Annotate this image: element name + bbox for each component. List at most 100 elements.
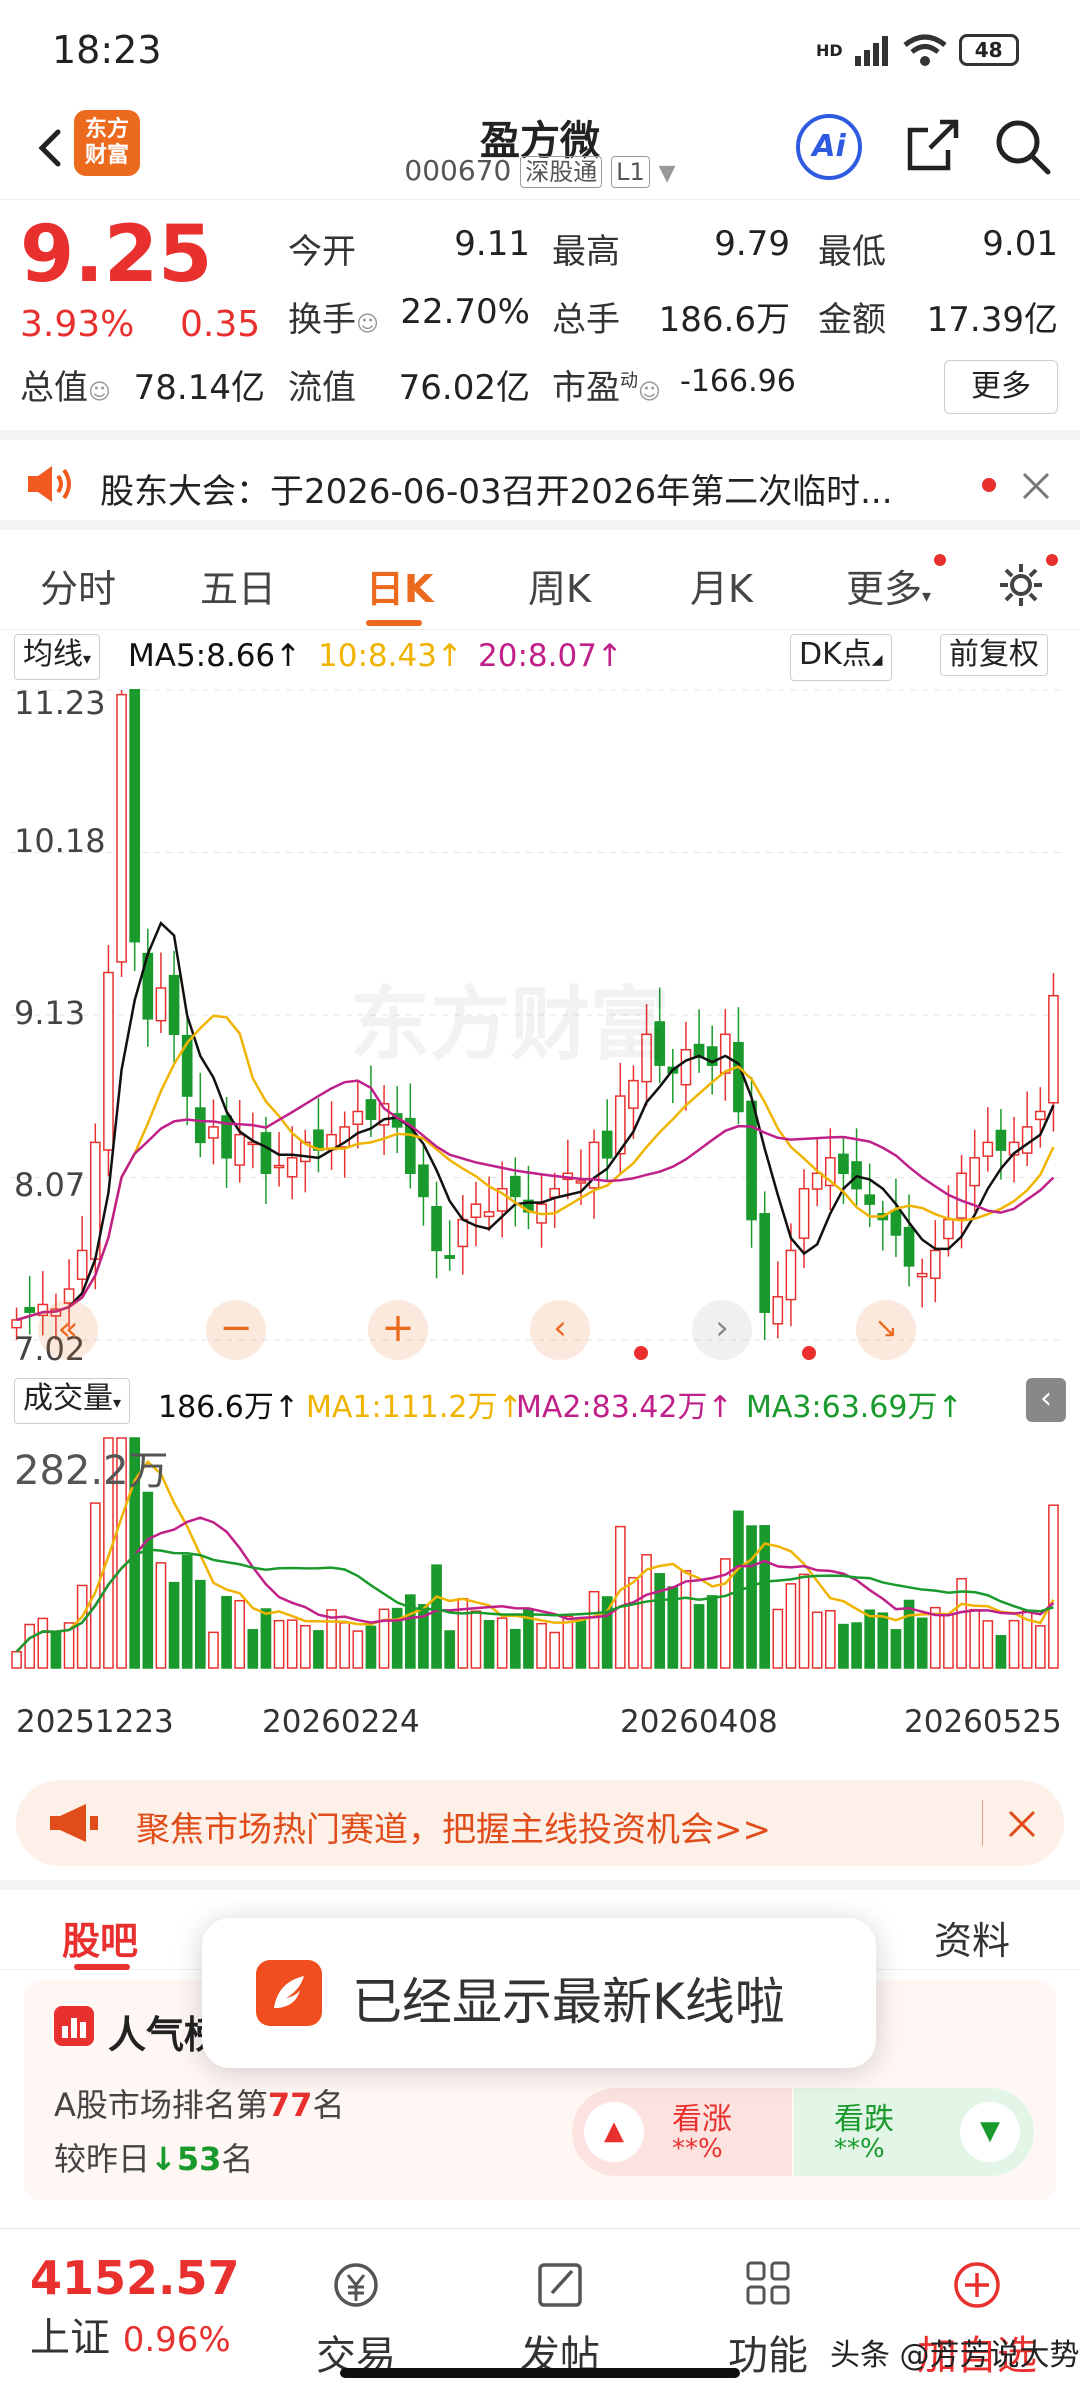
- volume-bar: [969, 1608, 981, 1669]
- candle: [155, 987, 167, 1022]
- collapse-icon[interactable]: ‹: [1026, 1378, 1066, 1422]
- network-type: HD: [816, 40, 843, 60]
- tab-monthly-k[interactable]: 月K: [690, 558, 753, 613]
- volume-bar: [916, 1617, 928, 1669]
- tab-forum[interactable]: 股吧: [62, 1910, 138, 1965]
- volume-bar: [365, 1625, 377, 1669]
- vote-up-button[interactable]: ▲ 看涨 **%: [572, 2088, 792, 2176]
- tab-more[interactable]: 更多▾: [846, 558, 931, 613]
- volume-bar: [155, 1562, 167, 1669]
- more-dot: [934, 554, 946, 566]
- candlestick-chart[interactable]: 东方财富 11.23 10.18 9.13 8.07 7.02 « − + ‹ …: [10, 680, 1060, 1370]
- volume-bar: [1034, 1625, 1046, 1669]
- candle: [483, 1211, 495, 1218]
- active-tab-indicator: [74, 1964, 130, 1970]
- ai-button[interactable]: Ai: [796, 114, 862, 180]
- vol-ma3: MA3:63.69万↑: [746, 1390, 963, 1425]
- megaphone-icon: [50, 1804, 98, 1842]
- volume-chart[interactable]: 282.2万: [10, 1428, 1060, 1678]
- dk-point-button[interactable]: DK点◢: [790, 634, 892, 681]
- scroll-left-icon[interactable]: «: [38, 1300, 98, 1360]
- y-label-3: 9.13: [14, 994, 86, 1032]
- open-label: 今开: [288, 232, 356, 272]
- volume-bar: [877, 1612, 889, 1669]
- change-amount: 0.35: [180, 304, 261, 345]
- nav-functions[interactable]: 功能: [708, 2259, 828, 2381]
- last-price: 9.25: [20, 210, 213, 300]
- mcap-label: 总值☺: [20, 368, 111, 408]
- volume-bar: [838, 1623, 849, 1669]
- nav-trade[interactable]: 交易: [296, 2259, 416, 2381]
- high-label: 最高: [552, 232, 620, 272]
- volume-label: 总手: [552, 300, 620, 340]
- more-button[interactable]: 更多: [944, 360, 1058, 414]
- turnover-label: 换手☺: [288, 300, 379, 340]
- source-watermark: 头条 @芳芳说大势: [830, 2338, 1080, 2373]
- date-axis: 20251223 20260224 20260408 20260525: [0, 1700, 1080, 1750]
- candle: [129, 688, 141, 943]
- promo-banner[interactable]: 聚焦市场热门赛道，把握主线投资机会>>: [16, 1780, 1064, 1866]
- jump-latest-icon[interactable]: ↘: [856, 1300, 916, 1360]
- candle: [1048, 994, 1059, 1104]
- turnover-value: 22.70%: [400, 292, 530, 332]
- volume-bar: [496, 1617, 508, 1669]
- candle: [431, 1206, 442, 1252]
- tab-weekly-k[interactable]: 周K: [528, 558, 591, 613]
- indicator-selector[interactable]: 均线▾: [14, 634, 101, 680]
- volume-bar: [509, 1628, 521, 1669]
- vote-down-button[interactable]: 看跌 **% ▼: [794, 2088, 1034, 2176]
- divider: [982, 1800, 983, 1846]
- event-marker[interactable]: [802, 1346, 816, 1360]
- zoom-out-icon[interactable]: −: [206, 1300, 266, 1360]
- status-bar: 18:23 HD 48: [0, 0, 1080, 100]
- chart-period-tabs: 分时 五日 日K 周K 月K 更多▾: [0, 540, 1080, 630]
- volume-bar: [483, 1619, 495, 1669]
- volume-bar: [549, 1631, 561, 1669]
- candle: [352, 1110, 364, 1126]
- amount-value: 17.39亿: [926, 300, 1058, 340]
- adjust-button[interactable]: 前复权: [940, 634, 1048, 676]
- volume-selector[interactable]: 成交量▾: [14, 1378, 131, 1424]
- level-tag: L1: [611, 156, 650, 188]
- search-icon[interactable]: [990, 114, 1054, 178]
- dropdown-icon[interactable]: ▼: [659, 161, 676, 186]
- nav-post[interactable]: 发帖: [500, 2259, 620, 2381]
- volume-bar: [772, 1608, 784, 1669]
- candle: [365, 1099, 377, 1120]
- tab-profile[interactable]: 资料: [934, 1910, 1010, 1965]
- candle: [956, 1172, 967, 1219]
- next-icon[interactable]: ›: [692, 1300, 752, 1360]
- low-value: 9.01: [982, 224, 1058, 264]
- candle: [746, 1100, 757, 1221]
- volume-bar: [995, 1635, 1007, 1669]
- tab-daily-k[interactable]: 日K: [366, 558, 433, 613]
- share-icon[interactable]: [900, 114, 964, 178]
- close-icon[interactable]: [1020, 470, 1052, 502]
- volume-bar: [824, 1609, 836, 1669]
- zoom-in-icon[interactable]: +: [368, 1300, 428, 1360]
- volume-bar: [680, 1570, 692, 1669]
- signal-icon: HD 48: [816, 30, 1019, 70]
- announcement-bar[interactable]: 股东大会：于2026-06-03召开2026年第二次临时...: [0, 430, 1080, 530]
- y-label-max: 11.23: [14, 684, 106, 722]
- volume-bar: [588, 1590, 600, 1669]
- market-rank: A股市场排名第77名: [54, 2086, 345, 2124]
- volume-bar: [654, 1573, 666, 1669]
- candle: [11, 1319, 22, 1329]
- home-indicator[interactable]: [340, 2368, 740, 2378]
- promo-close-icon[interactable]: [1006, 1808, 1038, 1840]
- event-marker[interactable]: [634, 1346, 648, 1360]
- down-label: 看跌: [834, 2102, 894, 2137]
- tab-intraday[interactable]: 分时: [40, 558, 116, 613]
- settings-gear-icon[interactable]: [996, 560, 1046, 610]
- tab-five-day[interactable]: 五日: [200, 558, 276, 613]
- index-widget[interactable]: 4152.57 上证 0.96%: [30, 2251, 240, 2363]
- volume-bar: [181, 1554, 193, 1669]
- volume-bar: [24, 1623, 36, 1669]
- prev-icon[interactable]: ‹: [530, 1300, 590, 1360]
- volume-bar: [37, 1617, 49, 1669]
- volume-bar: [142, 1491, 154, 1669]
- pe-label: 市盈动☺: [552, 368, 661, 408]
- volume-bar: [864, 1609, 876, 1669]
- volume-bar: [76, 1584, 88, 1669]
